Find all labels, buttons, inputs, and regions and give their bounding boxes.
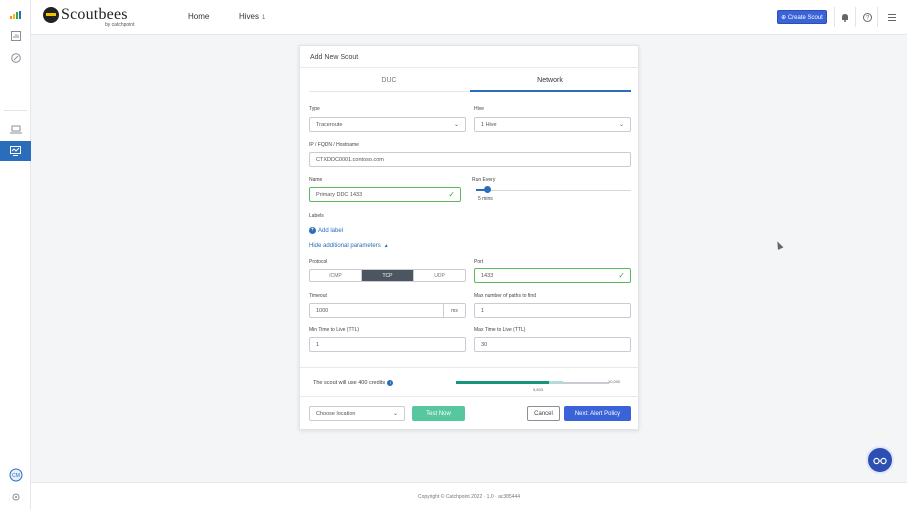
laptop-icon[interactable] <box>0 119 31 139</box>
header-divider <box>877 7 878 27</box>
max-ttl-input[interactable]: 30 <box>474 337 631 352</box>
hive-label: Hive <box>474 106 485 112</box>
active-tab-indicator <box>470 90 631 92</box>
nav-hives[interactable]: Hives 1 <box>239 12 265 21</box>
help-assistant-button[interactable] <box>866 446 894 474</box>
timeout-value: 1000 <box>316 307 329 314</box>
user-avatar-icon[interactable]: CM <box>0 465 31 485</box>
chevron-down-icon: ⌄ <box>618 122 624 128</box>
tab-duc[interactable]: DUC <box>309 77 469 84</box>
run-every-slider-handle[interactable] <box>483 186 491 193</box>
protocol-option-icmp[interactable]: ICMP <box>310 270 362 281</box>
chevron-down-icon: ⌄ <box>392 411 398 417</box>
port-label: Port <box>474 259 484 265</box>
type-label: Type <box>309 106 320 112</box>
scoutbees-logo[interactable]: Scoutbees by catchpoint <box>43 6 134 28</box>
name-label: Name <box>309 177 323 183</box>
top-header: Scoutbees by catchpoint Home Hives 1 ⊕ Cr… <box>31 0 907 35</box>
credits-bar-used <box>456 381 550 384</box>
port-value: 1433 <box>481 272 494 279</box>
location-value: Choose location <box>316 410 356 417</box>
credits-used-label: 5,833 <box>533 387 544 392</box>
checkmark-icon: ✓ <box>448 190 455 199</box>
cancel-button[interactable]: Cancel <box>527 406 560 421</box>
max-ttl-label: Max Time to Live (TTL) <box>474 327 526 333</box>
timeout-label: Timeout <box>309 293 327 299</box>
page-footer: Copyright © Catchpoint 2022 · 1.0 · ac38… <box>31 482 907 510</box>
nav-hives-count: 1 <box>262 15 266 21</box>
protocol-label: Protocol <box>309 259 328 265</box>
nav-hives-label: Hives <box>239 12 260 21</box>
name-input[interactable]: Primary DDC 1433 ✓ <box>309 187 461 202</box>
compass-icon[interactable] <box>0 48 31 68</box>
location-select[interactable]: Choose location ⌄ <box>309 406 405 421</box>
ip-value: CTXDDC0001.contoso.com <box>316 156 384 163</box>
credits-max-label: 10,000 <box>608 379 621 384</box>
protocol-segmented-control: ICMP TCP UDP <box>309 269 466 282</box>
info-icon[interactable]: i <box>387 380 394 386</box>
max-paths-value: 1 <box>481 307 485 314</box>
bee-logo-icon <box>43 7 59 23</box>
labels-label: Labels <box>309 213 324 219</box>
left-rail: CM <box>0 0 31 510</box>
dialog-divider <box>300 367 640 368</box>
test-now-button[interactable]: Test Now <box>412 406 465 421</box>
chevron-up-icon: ▲ <box>383 243 389 249</box>
add-label-link[interactable]: + Add label <box>309 227 343 234</box>
port-input[interactable]: 1433 ✓ <box>474 268 631 283</box>
hide-params-text: Hide additional parameters <box>309 243 381 249</box>
create-scout-button[interactable]: ⊕ Create Scout <box>777 10 827 24</box>
dialog-divider <box>300 67 640 68</box>
svg-text:CM: CM <box>12 473 20 479</box>
nav-home[interactable]: Home <box>188 12 209 21</box>
settings-gear-icon[interactable] <box>0 487 31 507</box>
dashboard-chart-icon[interactable] <box>0 26 31 46</box>
network-monitor-icon[interactable] <box>0 141 31 161</box>
min-ttl-label: Min Time to Live (TTL) <box>309 327 360 333</box>
rail-divider <box>4 110 27 111</box>
mouse-cursor-icon <box>774 240 784 250</box>
logo-byline: by catchpoint <box>105 22 135 28</box>
max-ttl-value: 30 <box>481 341 488 348</box>
min-ttl-input[interactable]: 1 <box>309 337 466 352</box>
add-scout-dialog: Add New Scout DUC Network Type Tracerout… <box>299 45 640 430</box>
ip-input[interactable]: CTXDDC0001.contoso.com <box>309 152 631 167</box>
max-paths-label: Max number of paths to find <box>474 293 536 299</box>
protocol-option-tcp[interactable]: TCP <box>362 270 414 281</box>
hide-params-toggle[interactable]: Hide additional parameters ▲ <box>309 243 389 249</box>
run-every-slider-track[interactable] <box>476 190 631 191</box>
plus-circle-icon: + <box>309 227 316 234</box>
timeout-input[interactable]: 1000 ms <box>309 303 466 318</box>
hamburger-menu-icon[interactable] <box>886 11 898 23</box>
checkmark-icon: ✓ <box>618 271 625 280</box>
bell-icon[interactable] <box>839 11 851 23</box>
min-ttl-value: 1 <box>316 341 320 348</box>
timeout-unit: ms <box>443 304 465 317</box>
add-label-text: Add label <box>318 227 344 234</box>
tab-network[interactable]: Network <box>470 77 630 84</box>
header-divider <box>834 7 835 27</box>
run-every-value: 5 mins <box>478 196 493 202</box>
credits-bar-available <box>549 381 564 384</box>
next-alert-policy-button[interactable]: Next: Alert Policy <box>564 406 631 421</box>
chevron-down-icon: ⌄ <box>453 122 459 128</box>
type-value: Traceroute <box>316 121 343 128</box>
type-select[interactable]: Traceroute ⌄ <box>309 117 466 132</box>
hive-value: 1 Hive <box>481 121 497 128</box>
copyright-text: Copyright © Catchpoint 2022 · 1.0 · ac38… <box>417 494 521 500</box>
dialog-title: Add New Scout <box>310 54 359 61</box>
protocol-option-udp[interactable]: UDP <box>414 270 465 281</box>
credits-notice: The scout will use 400 credits i <box>313 380 394 386</box>
max-paths-input[interactable]: 1 <box>474 303 631 318</box>
run-every-label: Run Every <box>472 177 496 183</box>
hive-select[interactable]: 1 Hive ⌄ <box>474 117 631 132</box>
header-divider <box>855 7 856 27</box>
ip-label: IP / FQDN / Hostname <box>309 142 359 148</box>
signal-bars-icon[interactable] <box>0 5 31 25</box>
dialog-divider <box>300 396 640 397</box>
help-icon[interactable]: ? <box>861 11 873 23</box>
name-value: Primary DDC 1433 <box>316 191 363 198</box>
credits-text: The scout will use 400 credits <box>313 380 386 386</box>
